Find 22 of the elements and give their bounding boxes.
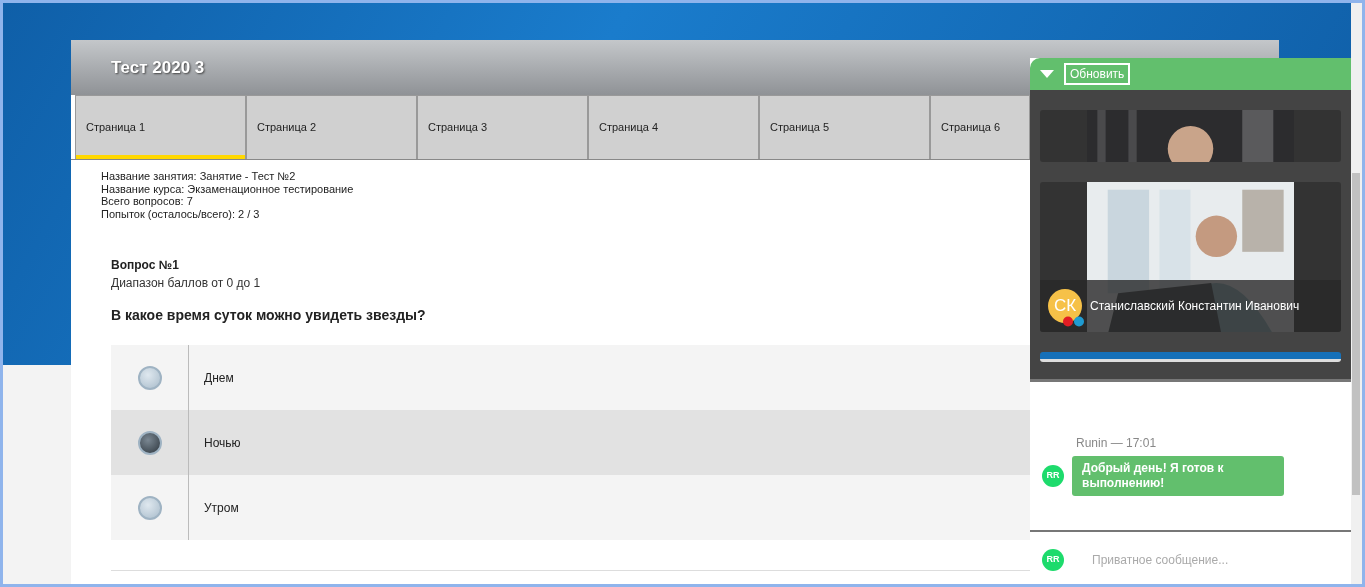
answer-option: Днем: [204, 368, 234, 387]
user-avatar: RR: [1042, 548, 1064, 571]
answer-option: Утром: [204, 498, 239, 517]
score-range: Диапазон баллов от 0 до 1: [111, 275, 261, 292]
test-title: Тест 2020 3: [111, 56, 205, 79]
message-bubble: Добрый день! Я готов к выполнению!: [1072, 456, 1284, 496]
page-tab[interactable]: Страница 4: [588, 95, 759, 159]
page-tab[interactable]: Страница 2: [246, 95, 417, 159]
info-line: Попыток (осталось/всего): 2 / 3: [101, 207, 260, 220]
page-tab[interactable]: Страница 1: [75, 95, 246, 159]
page-tab[interactable]: Страница 3: [417, 95, 588, 159]
page-tab[interactable]: Страница 6: [930, 95, 1030, 159]
question-text: В какое время суток можно увидеть звезды?: [111, 306, 426, 325]
info-line: Название курса: Экзаменационное тестирование: [101, 182, 354, 195]
participant-name: Станиславский Константин Иванович: [1090, 298, 1300, 315]
page-tab[interactable]: Страница 5: [759, 95, 930, 159]
info-line: Название занятия: Занятие - Тест №2: [101, 170, 296, 183]
question-number: Вопрос №1: [111, 257, 179, 274]
user-avatar: RR: [1042, 465, 1064, 487]
answer-option: Ночью: [204, 433, 241, 452]
info-line: Всего вопросов: 7: [101, 195, 193, 208]
message-meta: Runin — 17:01: [1076, 435, 1158, 452]
